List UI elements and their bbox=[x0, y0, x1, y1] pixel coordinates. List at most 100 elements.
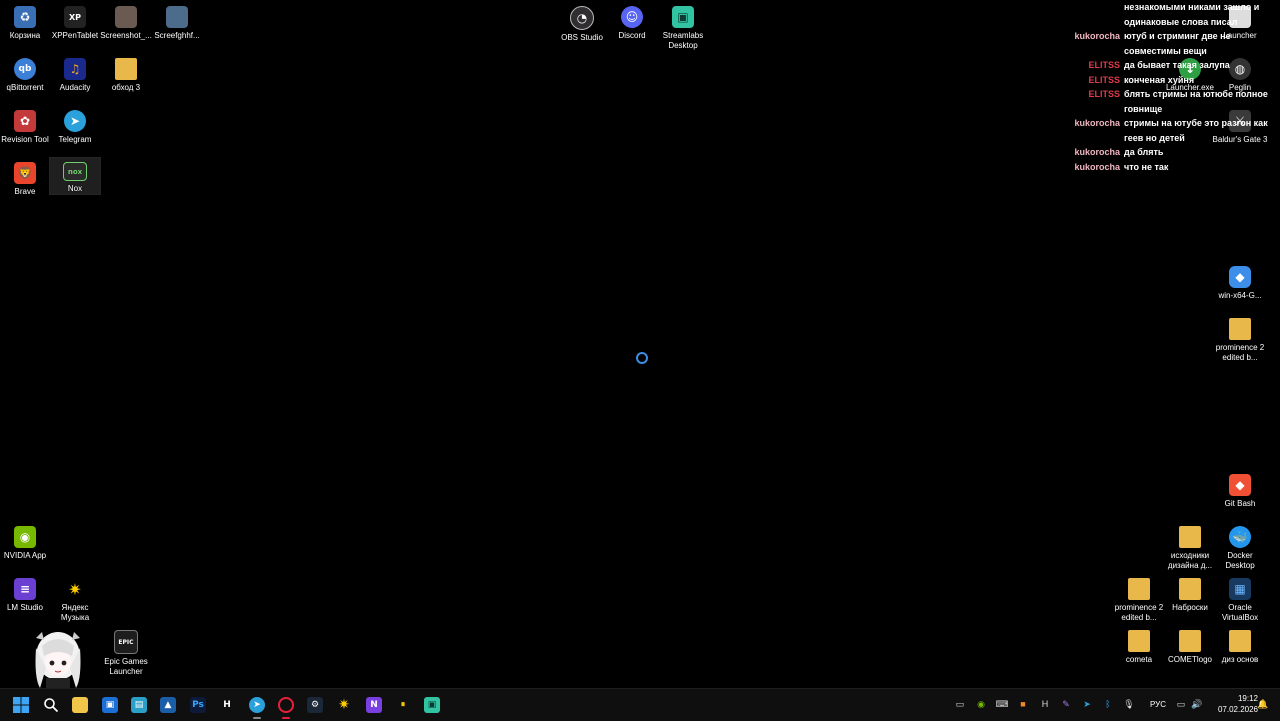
chat-username: ELITSS bbox=[1088, 89, 1120, 99]
steam-icon[interactable]: ⚙ bbox=[307, 697, 323, 713]
telegram-icon: ➤ bbox=[64, 110, 86, 132]
nox-shortcut[interactable]: nox Nox bbox=[49, 157, 101, 195]
nvidia-tray-icon[interactable]: ◉ bbox=[974, 697, 988, 711]
microphone-icon[interactable]: 🎙 bbox=[1122, 697, 1136, 711]
onenote-icon[interactable]: N bbox=[366, 697, 382, 713]
nabroski-folder-shortcut[interactable]: Наброски bbox=[1165, 574, 1215, 613]
icon-label: win-x64-G... bbox=[1218, 291, 1262, 300]
xppen-shortcut[interactable]: XP XPPenTablet bbox=[50, 2, 100, 41]
chat-text: стримы на ютубе это разгон как геев но д… bbox=[1124, 118, 1268, 143]
yandex-music-shortcut[interactable]: ✷ Яндекс Музыка bbox=[50, 574, 100, 623]
image-thumbnail-icon bbox=[166, 6, 188, 28]
hyperx-icon[interactable]: H bbox=[219, 697, 235, 713]
yellow-app-icon[interactable]: ⏸ bbox=[395, 697, 411, 713]
icon-label: XPPenTablet bbox=[51, 31, 99, 40]
chat-message: ELITSS да бывает такая залупа bbox=[1072, 58, 1272, 73]
microsoft-store-icon[interactable]: ▣ bbox=[102, 697, 118, 713]
telegram-shortcut[interactable]: ➤ Telegram bbox=[50, 106, 100, 145]
running-indicator bbox=[282, 717, 290, 719]
network-icon[interactable]: ▭ bbox=[1174, 697, 1188, 711]
xppen-icon: XP bbox=[64, 6, 86, 28]
icon-label: Корзина bbox=[9, 31, 41, 40]
icon-label: qBittorrent bbox=[6, 83, 44, 92]
lm-studio-shortcut[interactable]: ≡ LM Studio bbox=[0, 574, 50, 613]
qbittorrent-shortcut[interactable]: qb qBittorrent bbox=[0, 54, 50, 93]
stream-chat-overlay: незнакомыми никами зашло и одинаковые сл… bbox=[1072, 0, 1272, 174]
recycle-bin-shortcut[interactable]: ♻ Корзина bbox=[0, 2, 50, 41]
qbittorrent-icon: qb bbox=[14, 58, 36, 80]
anime-girl-avatar-overlay bbox=[35, 632, 81, 692]
prominence-folder-right-shortcut[interactable]: prominence 2 edited b... bbox=[1215, 314, 1265, 363]
chat-message: kukorocha стримы на ютубе это разгон как… bbox=[1072, 116, 1272, 145]
language-indicator[interactable]: РУС bbox=[1150, 700, 1166, 709]
git-bash-shortcut[interactable]: ◆ Git Bash bbox=[1215, 470, 1265, 509]
icon-label: Brave bbox=[14, 187, 36, 196]
obs-icon: ◔ bbox=[570, 6, 594, 30]
yandex-music-icon: ✷ bbox=[64, 578, 86, 600]
app-installer-icon: ◆ bbox=[1229, 266, 1251, 288]
streamlabs-shortcut[interactable]: ▣ Streamlabs Desktop bbox=[658, 2, 708, 51]
obs-studio-shortcut[interactable]: ◔ OBS Studio bbox=[557, 2, 607, 43]
search-icon bbox=[44, 698, 59, 713]
tray-orange-app-icon[interactable]: ■ bbox=[1016, 697, 1030, 711]
telegram-taskbar-icon[interactable]: ➤ bbox=[249, 697, 265, 713]
tray-app-icon[interactable]: ▭ bbox=[953, 697, 967, 711]
icon-label: cometa bbox=[1125, 655, 1153, 664]
diz-osnov-folder-shortcut[interactable]: диз основ bbox=[1215, 626, 1265, 665]
chat-username: ELITSS bbox=[1088, 74, 1120, 85]
hyperx-tray-icon[interactable]: H bbox=[1038, 697, 1052, 711]
volume-icon[interactable]: 🔊 bbox=[1190, 697, 1204, 711]
folder-icon bbox=[115, 58, 137, 80]
obhod-folder-shortcut[interactable]: обход 3 bbox=[101, 54, 151, 93]
docker-whale-icon: 🐳 bbox=[1229, 526, 1251, 548]
cometa-folder-shortcut[interactable]: cometa bbox=[1114, 626, 1164, 665]
revision-tool-shortcut[interactable]: ✿ Revision Tool bbox=[0, 106, 50, 145]
icon-label: prominence 2 edited b... bbox=[1215, 343, 1265, 362]
audacity-shortcut[interactable]: ♫ Audacity bbox=[50, 54, 100, 93]
cometlogo-folder-shortcut[interactable]: COMETlogo bbox=[1165, 626, 1215, 665]
opera-gx-icon[interactable] bbox=[278, 697, 294, 713]
file-explorer-icon[interactable] bbox=[72, 697, 88, 713]
virtualbox-shortcut[interactable]: ▦ Oracle VirtualBox bbox=[1215, 574, 1265, 623]
discord-icon: ☺ bbox=[621, 6, 643, 28]
yandex-music-taskbar-icon[interactable]: ✷ bbox=[336, 697, 352, 713]
icon-label: LM Studio bbox=[6, 603, 44, 612]
iskhodniki-folder-shortcut[interactable]: исходники дизайна д... bbox=[1165, 522, 1215, 571]
photos-app-icon[interactable]: ▲ bbox=[160, 697, 176, 713]
screenshot-file-shortcut[interactable]: Screenshot_... bbox=[100, 2, 152, 41]
nvidia-app-shortcut[interactable]: ◉ NVIDIA App bbox=[0, 522, 50, 561]
photoshop-icon[interactable]: Ps bbox=[190, 697, 206, 713]
tray-feather-icon[interactable]: ✎ bbox=[1059, 697, 1073, 711]
icon-label: Наброски bbox=[1172, 603, 1208, 612]
prominence-folder-bottom-shortcut[interactable]: prominence 2 edited b... bbox=[1114, 574, 1164, 623]
system-clock[interactable]: 19:12 07.02.2026 bbox=[1218, 693, 1258, 715]
terminal-app-icon[interactable]: ▤ bbox=[131, 697, 147, 713]
chat-username: kukorocha bbox=[1074, 31, 1120, 41]
icon-label: Audacity bbox=[59, 83, 91, 92]
icon-label: диз основ bbox=[1221, 655, 1259, 664]
streamlabs-taskbar-icon[interactable]: ▣ bbox=[424, 697, 440, 713]
chat-message: незнакомыми никами зашло и одинаковые сл… bbox=[1072, 0, 1272, 29]
brave-shortcut[interactable]: 🦁 Brave bbox=[0, 158, 50, 197]
docker-shortcut[interactable]: 🐳 Docker Desktop bbox=[1215, 522, 1265, 571]
chat-username: kukorocha bbox=[1074, 118, 1120, 128]
win-x64-shortcut[interactable]: ◆ win-x64-G... bbox=[1215, 262, 1265, 301]
screefghhf-file-shortcut[interactable]: Screefghhf... bbox=[152, 2, 202, 41]
epic-games-shortcut[interactable]: EPIC Epic Games Launcher bbox=[101, 626, 151, 677]
notification-bell-icon[interactable]: 🔔 bbox=[1256, 697, 1270, 711]
icon-label: Oracle VirtualBox bbox=[1221, 603, 1259, 622]
desktop: ♻ Корзина XP XPPenTablet Screenshot_... … bbox=[0, 0, 1280, 692]
telegram-tray-icon[interactable]: ➤ bbox=[1080, 697, 1094, 711]
chat-message: kukorocha да блять bbox=[1072, 145, 1272, 160]
folder-icon bbox=[1229, 630, 1251, 652]
folder-icon bbox=[1128, 630, 1150, 652]
discord-shortcut[interactable]: ☺ Discord bbox=[607, 2, 657, 41]
chat-text: да блять bbox=[1124, 147, 1164, 157]
brave-lion-icon: 🦁 bbox=[14, 162, 36, 184]
icon-label: OBS Studio bbox=[561, 33, 603, 42]
bluetooth-icon[interactable]: ᛒ bbox=[1101, 697, 1115, 711]
start-button[interactable] bbox=[13, 697, 29, 713]
tray-keyboard-icon[interactable]: ⌨ bbox=[995, 697, 1009, 711]
folder-icon bbox=[1179, 526, 1201, 548]
search-button[interactable] bbox=[43, 697, 59, 713]
